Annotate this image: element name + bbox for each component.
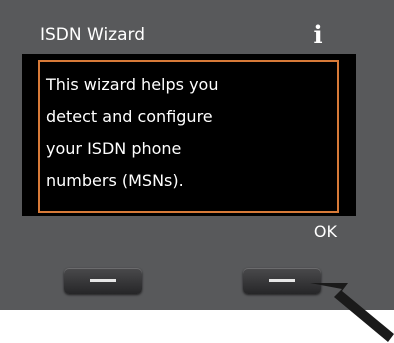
left-display-key[interactable] xyxy=(64,268,142,294)
message-line-2: detect and configure xyxy=(46,107,213,126)
page-title: ISDN Wizard xyxy=(40,25,145,45)
dash-icon xyxy=(269,279,295,282)
message-line-1: This wizard helps you xyxy=(46,75,219,94)
title-bar: ISDN Wizard i xyxy=(22,16,356,54)
arrow-pointer-shape xyxy=(310,283,394,342)
message-line-3: your ISDN phone xyxy=(46,139,182,158)
arrow-pointer-icon xyxy=(310,283,394,342)
message-box: This wizard helps you detect and configu… xyxy=(38,60,339,213)
ok-softkey-label[interactable]: OK xyxy=(314,221,337,243)
message-line-4: numbers (MSNs). xyxy=(46,171,184,190)
phone-device: ISDN Wizard i This wizard helps you dete… xyxy=(0,0,394,310)
softkey-bar: OK xyxy=(22,216,356,248)
dash-icon xyxy=(90,279,116,282)
info-icon[interactable]: i xyxy=(308,20,328,50)
display-screen: ISDN Wizard i This wizard helps you dete… xyxy=(22,16,356,248)
